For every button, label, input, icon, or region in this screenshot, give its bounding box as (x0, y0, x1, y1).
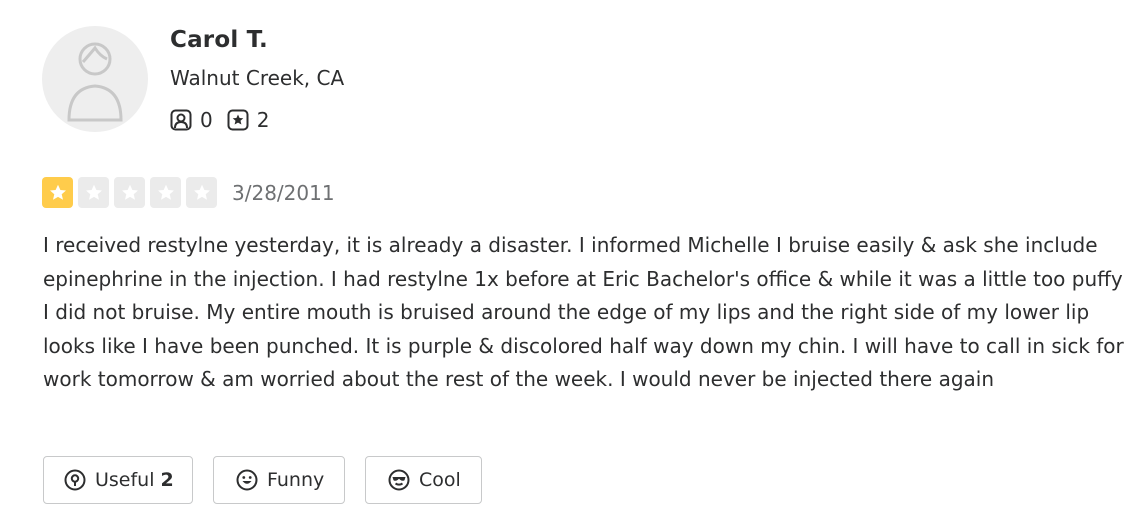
star-icon (157, 184, 174, 200)
reviewer-name[interactable]: Carol T. (170, 27, 268, 53)
useful-count: 2 (160, 469, 174, 491)
star-icon (121, 184, 138, 200)
funny-button[interactable]: Funny (213, 456, 345, 504)
reviewer-stats: 0 2 (170, 106, 283, 134)
cool-button[interactable]: Cool (365, 456, 482, 504)
useful-label: Useful (95, 469, 155, 491)
star-rating-4 (150, 177, 181, 208)
star-rating-5 (186, 177, 217, 208)
reviews-count: 2 (227, 108, 270, 132)
review-actions: Useful 2 Funny Cool (43, 456, 502, 504)
review-date: 3/28/2011 (232, 180, 335, 205)
star-icon (49, 184, 66, 200)
star-rating-1 (42, 177, 73, 208)
default-user-icon (67, 42, 123, 122)
friends-icon (170, 109, 192, 131)
friends-count-value: 0 (200, 108, 213, 132)
rating-row: 3/28/2011 (42, 176, 335, 209)
lightbulb-icon (64, 469, 86, 491)
star-icon (85, 184, 102, 200)
review-text: I received restylne yesterday, it is alr… (43, 233, 1124, 391)
smiley-icon (236, 469, 258, 491)
reviews-star-icon (227, 109, 249, 131)
useful-button[interactable]: Useful 2 (43, 456, 193, 504)
reviews-count-value: 2 (256, 108, 270, 132)
cool-label: Cool (419, 469, 461, 491)
star-rating-3 (114, 177, 145, 208)
star-icon (193, 184, 210, 200)
sunglasses-face-icon (388, 469, 410, 491)
star-rating-2 (78, 177, 109, 208)
avatar[interactable] (42, 26, 148, 132)
friends-count: 0 (170, 108, 213, 132)
reviewer-location: Walnut Creek, CA (170, 66, 345, 90)
funny-label: Funny (267, 469, 325, 491)
